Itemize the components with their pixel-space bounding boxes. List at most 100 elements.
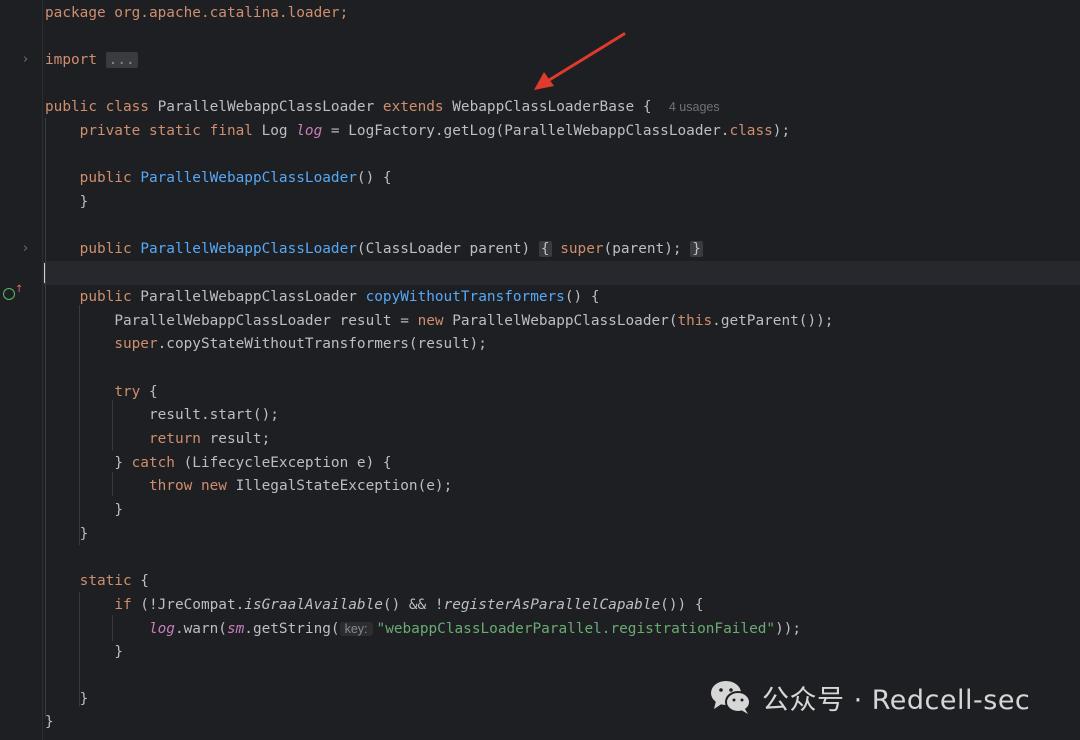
ctor-params: (ClassLoader parent)	[356, 241, 531, 257]
new-keyword: new	[417, 313, 444, 329]
code-line[interactable]: } catch (LifecycleException e) {	[45, 451, 392, 475]
code-line[interactable]: return result;	[45, 427, 270, 451]
fold-arrow-icon[interactable]: ›	[23, 53, 33, 66]
watermark-text: 公众号 · Redcell-sec	[762, 684, 1031, 716]
code-line[interactable]: }	[45, 522, 89, 546]
code-editor[interactable]: › › ↑ package org.apache.catalina.loader…	[0, 0, 1080, 740]
ctor-rest: () {	[356, 170, 392, 186]
catch-rest: (LifecycleException e) {	[174, 455, 392, 471]
code-line[interactable]: public class ParallelWebappClassLoader e…	[45, 95, 720, 119]
override-up-arrow-icon: ↑	[15, 284, 24, 295]
code-line[interactable]: package org.apache.catalina.loader;	[45, 1, 348, 25]
ctor-close-brace: }	[79, 194, 89, 210]
extends-keyword: extends	[382, 99, 444, 115]
return-keyword: return	[148, 431, 201, 447]
superclass-name: WebappClassLoaderBase	[452, 99, 635, 115]
method-modifier: public	[79, 289, 132, 305]
static-method-call: registerAsParallelCapable	[443, 597, 661, 613]
editor-gutter	[0, 0, 43, 740]
class-name: ParallelWebappClassLoader	[157, 99, 375, 115]
code-line[interactable]: log.warn(sm.getString(key: "webappClassLo…	[45, 617, 801, 641]
super-call: (parent);	[603, 241, 682, 257]
class-modifiers: public class	[45, 99, 149, 115]
if-c: ()) {	[660, 597, 704, 613]
code-line[interactable]: }	[45, 710, 54, 734]
catch-close-brace: }	[114, 502, 123, 518]
import-fold-placeholder[interactable]: ...	[105, 52, 138, 68]
code-line[interactable]: private static final Log log = LogFactor…	[45, 119, 790, 143]
new-keyword: new	[200, 478, 227, 494]
field-name: log	[296, 123, 323, 139]
red-arrow-annotation	[534, 32, 626, 90]
if-b: () && !	[382, 597, 444, 613]
warn-b: .getString(	[244, 621, 340, 637]
try-keyword: try	[114, 384, 141, 400]
throw-keyword: throw	[148, 478, 193, 494]
code-line[interactable]: import ...	[45, 48, 138, 72]
ctor-name: ParallelWebappClassLoader	[140, 241, 357, 257]
fold-arrow-icon[interactable]: ›	[23, 242, 33, 255]
warn-c: ));	[775, 621, 802, 637]
code-line[interactable]: static {	[45, 569, 149, 593]
throw-rest: IllegalStateException(e);	[226, 478, 453, 494]
warn-a: .warn(	[174, 621, 227, 637]
ctor-modifier: public	[79, 170, 132, 186]
stmt-c: .getParent());	[712, 313, 834, 329]
log-field-ref: log	[148, 621, 175, 637]
string-literal: "webappClassLoaderParallel.registrationF…	[376, 621, 776, 637]
parameter-hint: key:	[339, 622, 373, 636]
catch-close: }	[114, 455, 132, 471]
code-line[interactable]: public ParallelWebappClassLoader(ClassLo…	[45, 237, 703, 261]
static-brace: {	[131, 573, 149, 589]
field-init-a: = LogFactory.getLog(ParallelWebappClassL…	[322, 123, 730, 139]
code-line[interactable]: ParallelWebappClassLoader result = new P…	[45, 309, 833, 333]
super-keyword: super	[560, 241, 604, 257]
if-keyword: if	[114, 597, 132, 613]
method-rest: () {	[564, 289, 600, 305]
code-line[interactable]: super.copyStateWithoutTransformers(resul…	[45, 332, 487, 356]
stmt-b: ParallelWebappClassLoader(	[443, 313, 678, 329]
wechat-icon	[710, 679, 752, 715]
static-close-brace: }	[79, 691, 89, 707]
sm-field-ref: sm	[226, 621, 245, 637]
import-keyword: import	[45, 52, 97, 68]
field-modifiers: private static final	[79, 123, 253, 139]
code-line[interactable]: }	[45, 687, 89, 711]
watermark: 公众号 · Redcell-sec	[710, 676, 1030, 718]
return-rest: result;	[200, 431, 271, 447]
code-line[interactable]: }	[45, 190, 89, 214]
class-literal-keyword: class	[729, 123, 773, 139]
method-close-brace: }	[79, 526, 89, 542]
package-statement: package org.apache.catalina.loader;	[45, 5, 349, 21]
folded-open-brace[interactable]: {	[538, 241, 552, 257]
super-keyword: super	[114, 336, 158, 352]
code-line[interactable]: throw new IllegalStateException(e);	[45, 474, 452, 498]
code-line[interactable]: try {	[45, 380, 158, 404]
try-brace: {	[140, 384, 158, 400]
ctor-name: ParallelWebappClassLoader	[140, 170, 357, 186]
field-init-b: );	[772, 123, 791, 139]
folded-close-brace[interactable]: }	[690, 241, 703, 257]
if-close-brace: }	[114, 644, 123, 660]
field-type: Log	[252, 123, 297, 139]
stmt-a: ParallelWebappClassLoader result =	[114, 313, 418, 329]
code-line[interactable]: }	[45, 498, 123, 522]
class-open-brace: {	[642, 99, 652, 115]
this-keyword: this	[677, 313, 713, 329]
code-line[interactable]: result.start();	[45, 403, 279, 427]
ctor-modifier: public	[79, 241, 132, 257]
if-a: (!JreCompat.	[131, 597, 245, 613]
stmt-rest: .copyStateWithoutTransformers(result);	[157, 336, 487, 352]
usages-hint[interactable]: 4 usages	[669, 100, 720, 114]
class-close-brace: }	[45, 714, 54, 730]
implementation-icon[interactable]	[3, 288, 15, 300]
code-line[interactable]: }	[45, 640, 123, 664]
method-name: copyWithoutTransformers	[365, 289, 565, 305]
static-keyword: static	[79, 573, 132, 589]
code-line[interactable]: public ParallelWebappClassLoader() {	[45, 166, 392, 190]
method-return-type: ParallelWebappClassLoader	[131, 289, 366, 305]
catch-keyword: catch	[131, 455, 175, 471]
code-line[interactable]: if (!JreCompat.isGraalAvailable() && !re…	[45, 593, 704, 617]
current-line-highlight	[42, 261, 1080, 285]
code-line[interactable]: public ParallelWebappClassLoader copyWit…	[45, 285, 600, 309]
